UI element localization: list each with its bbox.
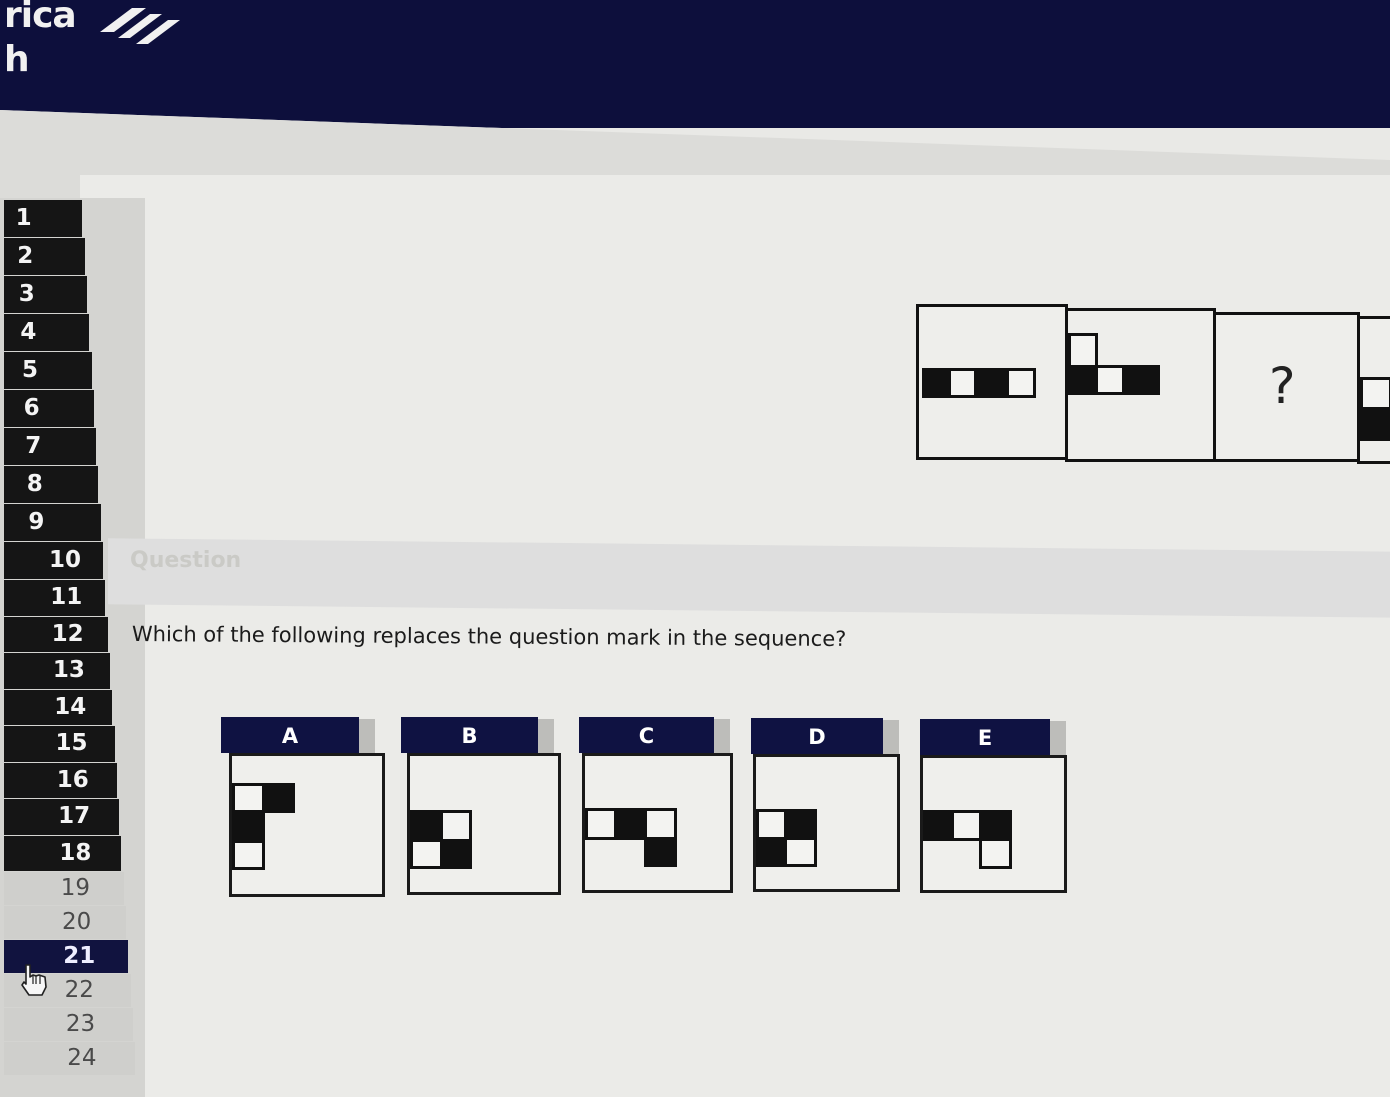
question-nav-label: 10 (49, 547, 82, 573)
brand-line-1: rica (4, 0, 77, 36)
sequence-frame-1 (916, 304, 1068, 460)
option-d-label: D (751, 718, 883, 754)
question-mark: ? (1269, 357, 1296, 415)
question-nav-label: 4 (20, 319, 37, 345)
brand-line-2: h (4, 39, 30, 80)
question-nav-item-9[interactable]: 9 (4, 504, 101, 541)
question-nav-label: 3 (18, 281, 35, 307)
question-nav-label: 24 (67, 1045, 97, 1071)
question-nav-item-10[interactable]: 10 (4, 542, 103, 579)
question-nav-label: 16 (56, 766, 89, 793)
question-nav-item-16[interactable]: 16 (4, 762, 117, 798)
question-nav-item-8[interactable]: 8 (4, 466, 99, 503)
question-nav-item-14[interactable]: 14 (4, 689, 113, 725)
question-section-label: Question (130, 548, 242, 573)
question-nav-label: 13 (52, 657, 85, 683)
option-c-figure (582, 753, 733, 893)
question-nav-item-20[interactable]: 20 (4, 906, 126, 939)
option-e[interactable]: E (920, 719, 1068, 896)
option-a[interactable]: A (221, 717, 386, 902)
question-nav-label: 11 (50, 584, 83, 610)
brand-name: rica h (4, 0, 77, 82)
question-nav-item-6[interactable]: 6 (4, 390, 94, 427)
sequence-strip: ? (916, 304, 1390, 464)
option-a-label: A (221, 717, 359, 753)
sequence-frame-2 (1065, 308, 1216, 462)
question-nav-item-11[interactable]: 11 (4, 580, 106, 616)
question-nav-item-12[interactable]: 12 (4, 616, 108, 652)
question-nav-item-7[interactable]: 7 (4, 428, 97, 465)
question-nav-item-2[interactable]: 2 (4, 238, 85, 275)
question-nav-label: 23 (65, 1011, 96, 1037)
question-nav-item-4[interactable]: 4 (4, 314, 90, 351)
option-a-figure (229, 753, 385, 897)
question-nav-label: 7 (25, 433, 42, 459)
question-nav-item-17[interactable]: 17 (4, 799, 120, 835)
hand-pointer-icon (21, 964, 47, 996)
option-c-label: C (579, 717, 714, 753)
question-nav-item-23[interactable]: 23 (4, 1008, 133, 1041)
question-nav-label: 17 (58, 803, 91, 829)
header-bar (0, 0, 1390, 128)
option-d-figure (753, 754, 900, 892)
sequence-frame-missing: ? (1213, 312, 1360, 462)
question-nav-label: 21 (63, 943, 96, 969)
question-nav-item-19[interactable]: 19 (4, 872, 124, 905)
option-b-label: B (401, 717, 538, 753)
question-nav-label: 22 (64, 977, 94, 1003)
question-text: Which of the following replaces the ques… (131, 622, 847, 651)
question-nav-label: 8 (26, 471, 43, 497)
option-e-figure (920, 755, 1067, 893)
question-nav-label: 9 (28, 509, 45, 535)
question-nav-label: 6 (23, 395, 40, 421)
question-nav-label: 15 (55, 730, 88, 756)
option-d[interactable]: D (751, 718, 903, 898)
test-window: rica h 1 2 3 4 5 6 7 8 9 10 11 12 13 14 15 16 17 18 19 20 21… (0, 0, 1390, 1097)
option-b-figure (407, 753, 561, 895)
question-nav-label: 20 (62, 909, 92, 935)
question-nav-item-13[interactable]: 13 (4, 653, 110, 689)
option-e-label: E (920, 719, 1050, 755)
question-nav-item-24[interactable]: 24 (4, 1042, 136, 1075)
question-nav-label: 18 (59, 839, 92, 866)
question-nav-item-5[interactable]: 5 (4, 352, 92, 389)
question-nav-label: 1 (15, 205, 32, 231)
question-nav-label: 2 (17, 243, 34, 269)
question-nav-item-1[interactable]: 1 (4, 200, 83, 237)
question-nav-item-15[interactable]: 15 (4, 726, 115, 762)
question-nav-label: 5 (22, 357, 39, 383)
question-nav-label: 14 (54, 693, 87, 720)
option-b[interactable]: B (401, 717, 563, 902)
question-nav-label: 12 (51, 620, 84, 647)
question-section-band (108, 538, 1390, 618)
option-c[interactable]: C (579, 717, 735, 899)
flag-stripes-logo-icon (100, 8, 180, 44)
question-nav-label: 19 (60, 875, 90, 901)
sequence-frame-4 (1357, 316, 1390, 464)
question-nav-item-3[interactable]: 3 (4, 276, 87, 313)
question-nav-item-18[interactable]: 18 (4, 835, 122, 871)
